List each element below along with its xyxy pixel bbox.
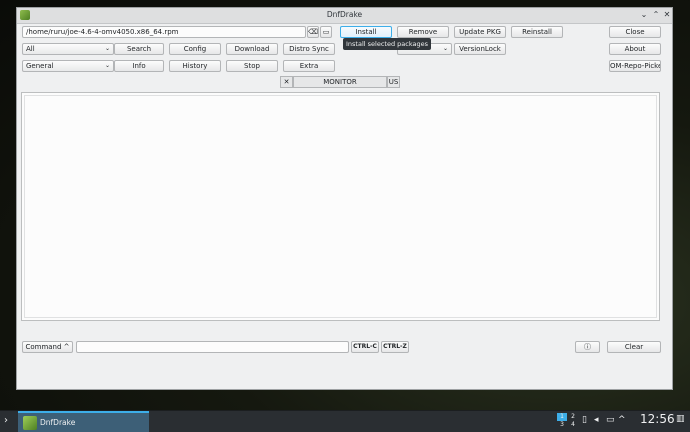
clipboard-icon[interactable]: ▯ xyxy=(582,415,587,425)
close-button[interactable]: Close xyxy=(609,26,661,38)
close-window-button[interactable]: ✕ xyxy=(662,10,672,20)
download-button[interactable]: Download xyxy=(226,43,278,55)
update-pkg-button[interactable]: Update PKG xyxy=(454,26,506,38)
history-button[interactable]: History xyxy=(169,60,221,72)
maximize-button[interactable]: ⌃ xyxy=(651,10,661,20)
filter-combo-value: All xyxy=(26,45,35,53)
volume-icon[interactable]: ◂ xyxy=(594,415,599,425)
expand-tray-icon[interactable]: ^ xyxy=(618,415,626,425)
ctrl-c-button[interactable]: CTRL-C xyxy=(351,341,379,353)
stop-button[interactable]: Stop xyxy=(226,60,278,72)
group-combo-value: General xyxy=(26,62,54,70)
filter-combo[interactable]: All ⌄ xyxy=(22,43,114,55)
pin-icon[interactable]: ✕ xyxy=(280,76,293,88)
clear-button[interactable]: Clear xyxy=(607,341,661,353)
pager-desktop-2[interactable]: 2 xyxy=(568,413,578,421)
minimize-button[interactable]: ⌄ xyxy=(639,10,649,20)
install-tooltip: Install selected packages xyxy=(343,38,431,50)
group-combo[interactable]: General ⌄ xyxy=(22,60,114,72)
pager-desktop-1[interactable]: 1 xyxy=(557,413,567,421)
install-button[interactable]: Install xyxy=(340,26,392,38)
dnfdrake-task-icon xyxy=(23,416,37,430)
task-label: DnfDrake xyxy=(40,418,76,427)
extra-button[interactable]: Extra xyxy=(283,60,335,72)
info-button[interactable]: Info xyxy=(114,60,164,72)
package-path-input[interactable]: /home/ruru/joe-4.6-4-omv4050.x86_64.rpm xyxy=(22,26,306,38)
trash-icon[interactable]: ▥ xyxy=(676,414,685,424)
task-dnfdrake[interactable]: DnfDrake xyxy=(18,411,149,432)
reinstall-button[interactable]: Reinstall xyxy=(511,26,563,38)
distro-sync-button[interactable]: Distro Sync xyxy=(283,43,335,55)
command-button[interactable]: Command ^ xyxy=(22,341,73,353)
chevron-down-icon: ⌄ xyxy=(104,62,110,69)
versionlock-button[interactable]: VersionLock xyxy=(454,43,506,55)
app-launcher-icon[interactable]: › xyxy=(4,415,8,426)
about-button[interactable]: About xyxy=(609,43,661,55)
output-panel[interactable] xyxy=(21,92,660,321)
info-icon[interactable]: ⓘ xyxy=(575,341,600,353)
chevron-down-icon: ⌄ xyxy=(442,45,448,52)
clock[interactable]: 12:56 xyxy=(640,412,675,426)
pager-desktop-3[interactable]: 3 xyxy=(557,421,567,429)
ctrl-z-button[interactable]: CTRL-Z xyxy=(381,341,409,353)
search-button[interactable]: Search xyxy=(114,43,164,55)
display-icon[interactable]: ▭ xyxy=(606,415,615,425)
chevron-down-icon: ⌄ xyxy=(104,45,110,52)
pager-desktop-4[interactable]: 4 xyxy=(568,421,578,429)
remove-button[interactable]: Remove xyxy=(397,26,449,38)
window-title: DnfDrake xyxy=(326,10,363,19)
title-bar[interactable]: DnfDrake ⌄ ⌃ ✕ xyxy=(17,8,672,24)
om-repo-picker-button[interactable]: OM-Repo-Picker xyxy=(609,60,661,72)
folder-icon[interactable]: ▭ xyxy=(320,26,332,38)
config-button[interactable]: Config xyxy=(169,43,221,55)
output-panel-inner xyxy=(24,95,657,318)
clear-icon[interactable]: ⌫ xyxy=(307,26,319,38)
command-input[interactable] xyxy=(76,341,349,353)
language-indicator: US xyxy=(387,76,400,88)
monitor-label: MONITOR xyxy=(293,76,387,88)
